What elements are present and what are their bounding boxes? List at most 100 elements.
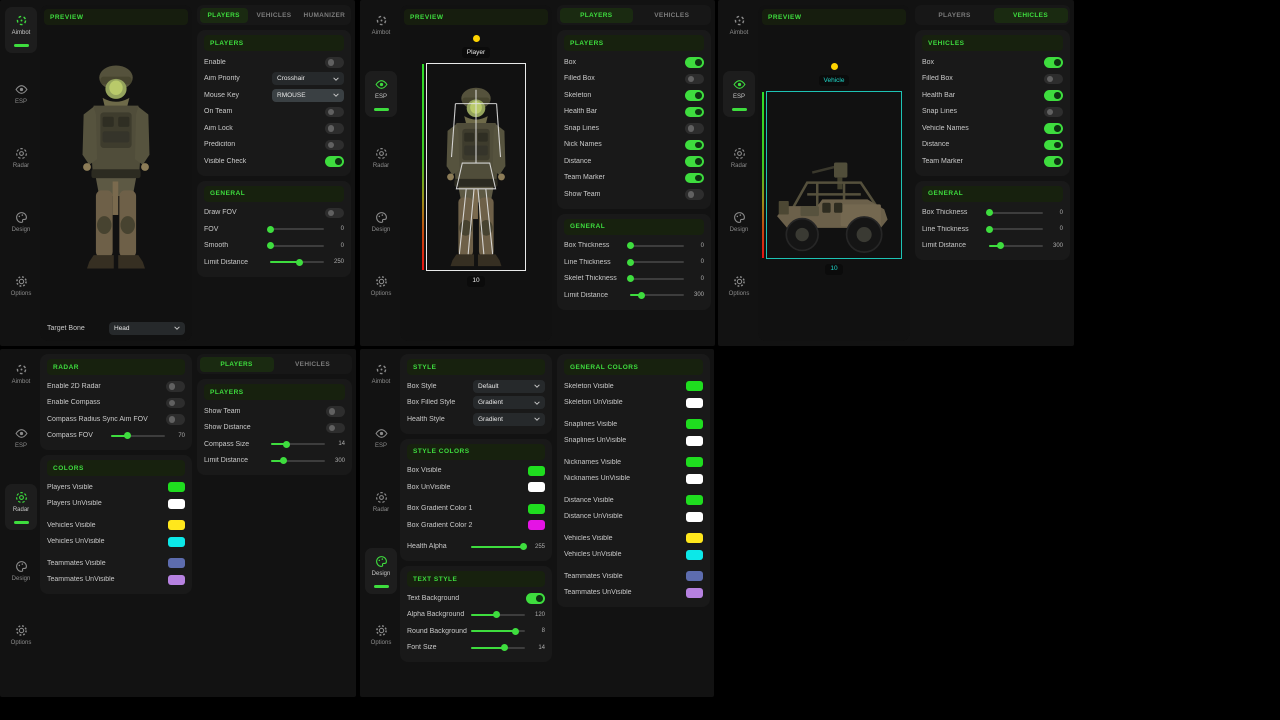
box-toggle[interactable] — [685, 57, 704, 68]
snap-lines-toggle[interactable] — [685, 123, 704, 134]
teammates-visible-swatch[interactable] — [686, 571, 703, 581]
compass-size-slider[interactable] — [271, 440, 325, 449]
sidebar-item-aimbot[interactable]: Aimbot — [5, 7, 37, 53]
enable-toggle[interactable] — [325, 57, 344, 68]
skeleton-unvisible-swatch[interactable] — [686, 398, 703, 408]
teammates-visible-swatch[interactable] — [168, 558, 185, 568]
filled-box-toggle[interactable] — [685, 74, 704, 85]
snaplines-unvisible-swatch[interactable] — [686, 436, 703, 446]
sidebar-item-radar[interactable]: Radar — [5, 484, 37, 530]
on-team-toggle[interactable] — [325, 107, 344, 118]
sidebar-item-options[interactable]: Options — [5, 617, 37, 652]
nicknames-visible-swatch[interactable] — [686, 457, 703, 467]
draw-fov-toggle[interactable] — [325, 208, 344, 219]
tab-vehicles[interactable]: VEHICLES — [994, 8, 1068, 23]
filled-box-toggle[interactable] — [1044, 74, 1063, 85]
sidebar-item-design[interactable]: Design — [723, 204, 755, 239]
alpha-background-slider[interactable] — [471, 610, 525, 619]
nicknames-unvisible-swatch[interactable] — [686, 474, 703, 484]
limit-distance-slider[interactable] — [271, 456, 325, 465]
nick-names-toggle[interactable] — [685, 140, 704, 151]
sidebar-item-radar[interactable]: Radar — [723, 140, 755, 175]
text-background-toggle[interactable] — [526, 593, 545, 604]
aim-lock-toggle[interactable] — [325, 123, 344, 134]
box-gradient-2-swatch[interactable] — [528, 520, 545, 530]
line-thickness-slider[interactable] — [989, 225, 1043, 234]
show-distance-toggle[interactable] — [326, 423, 345, 434]
smooth-slider[interactable] — [270, 241, 324, 250]
box-filled-style-dropdown[interactable]: Gradient — [473, 396, 545, 409]
distance-toggle[interactable] — [685, 156, 704, 167]
target-bone-dropdown[interactable]: Head — [109, 322, 185, 335]
sidebar-item-radar[interactable]: Radar — [365, 140, 397, 175]
compass-fov-slider[interactable] — [111, 431, 165, 440]
tab-vehicles[interactable]: VEHICLES — [276, 357, 350, 372]
vehicles-unvisible-swatch[interactable] — [686, 550, 703, 560]
prediciton-toggle[interactable] — [325, 140, 344, 151]
tab-players[interactable]: PLAYERS — [560, 8, 634, 23]
fov-slider[interactable] — [270, 225, 324, 234]
round-background-slider[interactable] — [471, 627, 525, 636]
box-unvisible-swatch[interactable] — [528, 482, 545, 492]
vehicles-unvisible-swatch[interactable] — [168, 537, 185, 547]
enable-2d-radar-toggle[interactable] — [166, 381, 185, 392]
box-thickness-slider[interactable] — [989, 208, 1043, 217]
team-marker-toggle[interactable] — [1044, 156, 1063, 167]
line-thickness-slider[interactable] — [630, 258, 684, 267]
limit-distance-slider[interactable] — [270, 258, 324, 267]
distance-visible-swatch[interactable] — [686, 495, 703, 505]
sidebar-item-aimbot[interactable]: Aimbot — [723, 7, 755, 42]
skeleton-visible-swatch[interactable] — [686, 381, 703, 391]
sidebar-item-esp[interactable]: ESP — [365, 420, 397, 455]
limit-distance-slider[interactable] — [989, 241, 1043, 250]
sidebar-item-radar[interactable]: Radar — [365, 484, 397, 519]
distance-toggle[interactable] — [1044, 140, 1063, 151]
tab-players[interactable]: PLAYERS — [918, 8, 992, 23]
skeleton-toggle[interactable] — [685, 90, 704, 101]
box-thickness-slider[interactable] — [630, 241, 684, 250]
vehicles-visible-swatch[interactable] — [686, 533, 703, 543]
distance-unvisible-swatch[interactable] — [686, 512, 703, 522]
players-unvisible-swatch[interactable] — [168, 499, 185, 509]
team-marker-toggle[interactable] — [685, 173, 704, 184]
box-gradient-1-swatch[interactable] — [528, 504, 545, 514]
sidebar-item-esp[interactable]: ESP — [5, 76, 37, 111]
health-bar-toggle[interactable] — [685, 107, 704, 118]
vehicle-names-toggle[interactable] — [1044, 123, 1063, 134]
teammates-unvisible-swatch[interactable] — [168, 575, 185, 585]
tab-players[interactable]: PLAYERS — [200, 357, 274, 372]
sidebar-item-design[interactable]: Design — [5, 204, 37, 239]
visible-check-toggle[interactable] — [325, 156, 344, 167]
aim-priority-dropdown[interactable]: Crosshair — [272, 72, 344, 85]
tab-vehicles[interactable]: VEHICLES — [635, 8, 709, 23]
font-size-slider[interactable] — [471, 643, 525, 652]
show-team-toggle[interactable] — [326, 406, 345, 417]
sidebar-item-options[interactable]: Options — [5, 268, 37, 303]
tab-vehicles[interactable]: VEHICLES — [250, 8, 298, 23]
sidebar-item-options[interactable]: Options — [365, 268, 397, 303]
mouse-key-dropdown[interactable]: RMOUSE — [272, 89, 344, 102]
sidebar-item-design[interactable]: Design — [5, 553, 37, 588]
skelet-thickness-slider[interactable] — [630, 274, 684, 283]
box-style-dropdown[interactable]: Default — [473, 380, 545, 393]
health-bar-toggle[interactable] — [1044, 90, 1063, 101]
sidebar-item-radar[interactable]: Radar — [5, 140, 37, 175]
sidebar-item-design[interactable]: Design — [365, 204, 397, 239]
snap-lines-toggle[interactable] — [1044, 107, 1063, 118]
sidebar-item-esp[interactable]: ESP — [5, 420, 37, 455]
sidebar-item-esp[interactable]: ESP — [723, 71, 755, 117]
sidebar-item-aimbot[interactable]: Aimbot — [5, 356, 37, 391]
sidebar-item-design[interactable]: Design — [365, 548, 397, 594]
sidebar-item-esp[interactable]: ESP — [365, 71, 397, 117]
compass-sync-toggle[interactable] — [166, 414, 185, 425]
box-toggle[interactable] — [1044, 57, 1063, 68]
sidebar-item-aimbot[interactable]: Aimbot — [365, 7, 397, 42]
enable-compass-toggle[interactable] — [166, 398, 185, 409]
tab-humanizer[interactable]: HUMANIZER — [300, 8, 348, 23]
players-visible-swatch[interactable] — [168, 482, 185, 492]
teammates-unvisible-swatch[interactable] — [686, 588, 703, 598]
sidebar-item-aimbot[interactable]: Aimbot — [365, 356, 397, 391]
snaplines-visible-swatch[interactable] — [686, 419, 703, 429]
vehicles-visible-swatch[interactable] — [168, 520, 185, 530]
sidebar-item-options[interactable]: Options — [365, 617, 397, 652]
